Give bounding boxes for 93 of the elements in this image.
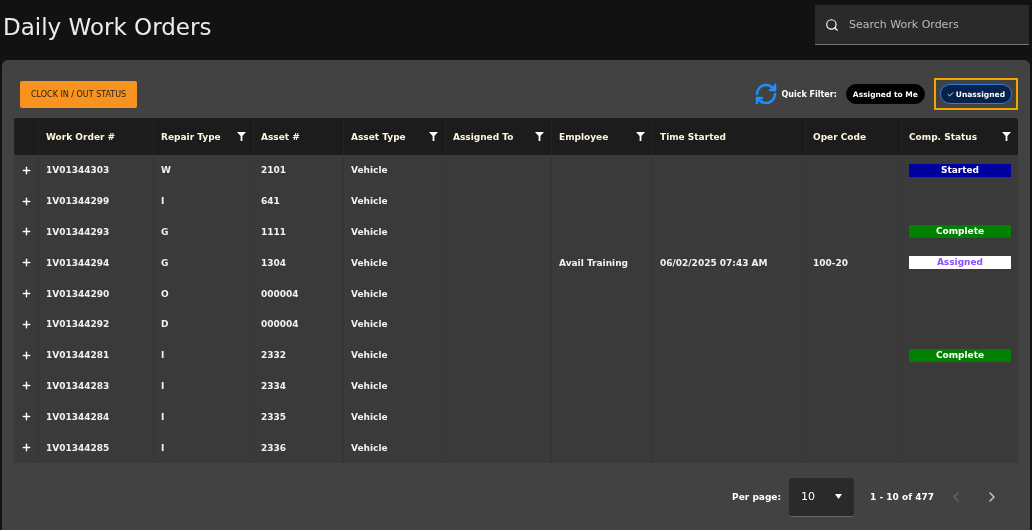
- table-cell: 641: [261, 196, 280, 207]
- table-cell: Vehicle: [351, 196, 388, 207]
- table-cell: 1V01344299: [46, 196, 110, 207]
- expand-button[interactable]: [20, 288, 32, 300]
- table-cell: 1V01344281: [46, 350, 110, 361]
- page-range: 1 - 10 of 477: [870, 492, 934, 503]
- filter-icon[interactable]: [429, 132, 438, 141]
- plus-icon: [20, 257, 32, 269]
- table-cell: Vehicle: [351, 165, 388, 176]
- table-cell: G: [161, 227, 169, 237]
- filter-icon[interactable]: [237, 132, 246, 141]
- table-cell: I: [161, 350, 165, 361]
- status-label: Complete: [909, 348, 1011, 362]
- plus-icon: [20, 195, 32, 207]
- table-cell: Vehicle: [351, 288, 388, 299]
- table-cell: 2332: [261, 350, 287, 361]
- table-cell: I: [161, 196, 165, 207]
- page-title: Daily Work Orders: [3, 14, 212, 40]
- filter-icon[interactable]: [1002, 132, 1011, 141]
- table-cell: 06/02/2025 07:43 AM: [660, 257, 768, 268]
- table-cell: I: [161, 442, 165, 453]
- column-title: Asset #: [261, 131, 300, 142]
- plus-icon: [20, 349, 32, 361]
- table-cell: 000004: [261, 288, 299, 299]
- expand-button[interactable]: [20, 195, 32, 207]
- column-title: Repair Type: [161, 131, 221, 142]
- table-cell: 1V01344285: [46, 442, 110, 453]
- status-label: Assigned: [909, 256, 1011, 270]
- table-cell: 1V01344292: [46, 319, 110, 330]
- expand-button[interactable]: [20, 349, 32, 361]
- plus-icon: [20, 318, 32, 330]
- table-cell: D: [161, 319, 169, 330]
- table-cell: 1V01344284: [46, 411, 110, 422]
- expand-button[interactable]: [20, 380, 32, 392]
- table-cell: 1304: [261, 257, 287, 268]
- table-cell: Avail Training: [559, 257, 628, 268]
- status-label: Started: [909, 163, 1011, 177]
- expand-button[interactable]: [20, 411, 32, 423]
- table-cell: Vehicle: [351, 380, 388, 391]
- plus-icon: [20, 442, 32, 454]
- table-cell: 2335: [261, 411, 287, 422]
- table-cell: Vehicle: [351, 257, 388, 268]
- column-title: Asset Type: [351, 131, 406, 142]
- column-title: Time Started: [660, 131, 726, 142]
- status-label: Complete: [909, 225, 1011, 239]
- expand-button[interactable]: [20, 318, 32, 330]
- filter-icon[interactable]: [636, 132, 645, 141]
- table-cell: 2336: [261, 442, 287, 453]
- expand-button[interactable]: [20, 442, 32, 454]
- column-title: Oper Code: [813, 131, 867, 142]
- caret-icon: [835, 494, 843, 500]
- table-cell: 1V01344283: [46, 380, 110, 391]
- search-field[interactable]: Search Work Orders: [815, 5, 1029, 45]
- column-title: Assigned To: [453, 131, 514, 142]
- clock-status-button[interactable]: CLOCK IN / OUT STATUS: [20, 80, 138, 108]
- table-cell: 2334: [261, 380, 287, 391]
- search-icon: [825, 17, 839, 32]
- table-cell: 1111: [261, 227, 287, 237]
- table-cell: 1V01344293: [46, 227, 110, 237]
- table-cell: Vehicle: [351, 442, 388, 453]
- table-cell: G: [161, 257, 169, 268]
- plus-icon: [20, 411, 32, 423]
- table-cell: W: [161, 165, 171, 176]
- plus-icon: [20, 226, 32, 238]
- expand-button[interactable]: [20, 164, 32, 176]
- table-cell: 2101: [261, 165, 287, 176]
- table-cell: 1V01344290: [46, 288, 110, 299]
- expand-button[interactable]: [20, 257, 32, 269]
- per-page-select[interactable]: 10: [789, 477, 855, 517]
- per-page-label: Per page:: [732, 492, 782, 503]
- table-cell: Vehicle: [351, 411, 388, 422]
- column-title: Comp. Status: [909, 131, 978, 142]
- table-cell: 100-20: [813, 257, 849, 268]
- table-cell: Vehicle: [351, 227, 388, 237]
- plus-icon: [20, 380, 32, 392]
- filter-icon[interactable]: [535, 132, 544, 141]
- plus-icon: [20, 288, 32, 300]
- column-title: Work Order #: [46, 131, 116, 142]
- table-cell: 000004: [261, 319, 299, 330]
- quick-filter-label: Quick Filter:: [781, 89, 837, 99]
- expand-button[interactable]: [20, 226, 32, 238]
- table-cell: O: [161, 288, 169, 299]
- table-cell: 1V01344294: [46, 257, 110, 268]
- table-cell: 1V01344303: [46, 165, 110, 176]
- column-title: Employee: [559, 131, 609, 142]
- search-input[interactable]: Search Work Orders: [847, 17, 1023, 32]
- table-cell: Vehicle: [351, 350, 388, 361]
- table-cell: Vehicle: [351, 319, 388, 330]
- table-cell: I: [161, 411, 165, 422]
- plus-icon: [20, 164, 32, 176]
- check-icon: [946, 90, 954, 98]
- refresh-icon[interactable]: [754, 82, 779, 106]
- table-cell: I: [161, 380, 165, 391]
